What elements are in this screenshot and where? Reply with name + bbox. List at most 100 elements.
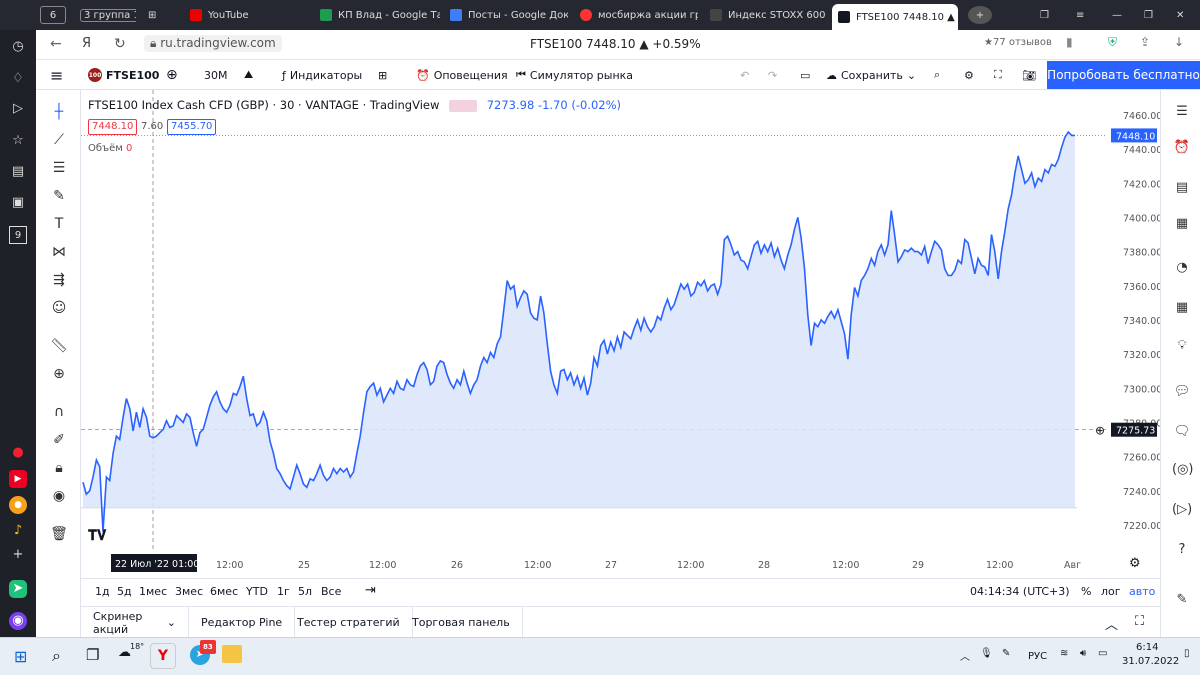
yandex-logo-icon[interactable]: Я [82,36,91,51]
brush-icon[interactable]: ✎ [49,186,69,206]
range-ytd[interactable]: YTD [246,585,268,598]
tab-trading-panel[interactable]: Торговая панель [400,607,523,638]
indicators-button[interactable]: ƒ Индикаторы [282,60,362,90]
play-icon[interactable]: ▷ [9,100,27,118]
range-6m[interactable]: 6мес [210,585,238,598]
history-icon[interactable]: ◷ [9,38,27,56]
tray-expand-icon[interactable]: ︿ [960,648,970,663]
battery-icon[interactable]: ▭ [1098,648,1107,659]
music-app-icon[interactable]: ♪ [9,522,27,540]
crosshair-icon[interactable]: ┼ [49,102,69,122]
watchlist-icon[interactable]: ☰ [1172,102,1192,122]
interval-button[interactable]: 30M [204,60,228,90]
text-icon[interactable]: T [49,214,69,234]
store-app-icon[interactable]: ➤ [9,580,27,598]
streams-icon[interactable]: (◎) [1172,460,1194,480]
auto-toggle[interactable]: авто [1129,585,1155,598]
range-3m[interactable]: 3мес [175,585,203,598]
volume-icon[interactable]: 🔊︎ [1080,648,1086,659]
pen-icon[interactable]: ✎ [1002,648,1010,659]
market-app-icon[interactable]: ● [9,496,27,514]
fib-icon[interactable]: ☰ [49,158,69,178]
chat-icon[interactable]: 💬︎ [1172,382,1192,402]
eye-icon[interactable]: ◉ [49,486,69,506]
range-all[interactable]: Все [321,585,341,598]
hamburger-icon[interactable]: ≡ [50,60,63,90]
tab-group[interactable]: 3 группа 1 [74,4,136,26]
download-icon[interactable]: ↓ [1174,35,1184,49]
add-app-icon[interactable]: + [9,546,27,564]
zoom-in-icon[interactable]: ⊕ [49,364,69,384]
percent-toggle[interactable]: % [1081,585,1091,598]
fullscreen-icon[interactable]: ⛶ [994,60,1002,90]
ideas-icon[interactable]: 💡︎ [1172,336,1192,356]
pattern-icon[interactable]: ⋈ [49,242,69,262]
range-1m[interactable]: 1мес [139,585,167,598]
alerts-button[interactable]: ⏰ Оповещения [416,60,508,90]
back-icon[interactable]: ← [50,36,62,52]
camera-icon[interactable]: 📷︎ [1022,60,1036,90]
chart-area[interactable]: 7460.00 7440.00 7420.00 7400.00 7380.00 7360.… [81,90,1162,566]
tab-youtube[interactable]: YouTube [184,4,304,26]
search-icon[interactable]: ⌕ [52,646,61,666]
broadcast-icon[interactable]: (▷) [1172,500,1192,520]
tradingview-logo[interactable]: 𝐓𝐕 [88,528,106,544]
trash-icon[interactable]: 🗑︎ [49,524,69,544]
tab-count[interactable]: 6 [40,6,66,24]
lock-drawings-icon[interactable]: ✐ [49,430,69,450]
range-1d[interactable]: 1д [95,585,110,598]
status-icon[interactable] [449,99,478,112]
search-icon[interactable]: ⌕ [934,60,940,90]
counter-badge[interactable]: 9 [9,226,27,244]
price-chart[interactable]: 7460.00 7440.00 7420.00 7400.00 7380.00 7360.… [81,90,1162,566]
symbol-search[interactable]: 100 FTSE100 [88,60,159,90]
alerts-icon[interactable]: ⏰ [1172,138,1192,158]
minimize-icon[interactable]: — [1106,4,1128,26]
forecast-icon[interactable]: ⇶ [49,270,69,290]
pencil-icon[interactable]: ✎ [1172,590,1192,610]
data-window-icon[interactable]: ▦ [1172,214,1192,234]
clock[interactable]: 04:14:34 (UTC+3) [970,585,1070,598]
language[interactable]: РУС [1028,651,1047,662]
trendline-icon[interactable]: ⟋ [49,130,69,150]
hotlist-icon[interactable]: ◔ [1172,258,1192,278]
tab-sheets[interactable]: КП Влад - Google Та [314,4,440,26]
restore-icon[interactable]: ❐ [1138,4,1159,26]
new-tab-button[interactable]: + [968,6,992,24]
close-icon[interactable]: ✕ [1170,4,1190,26]
reviews-link[interactable]: ★77 отзывов [984,37,1052,48]
chart-type-icon[interactable]: ⛰ [244,60,253,90]
explorer-icon[interactable] [222,645,242,663]
tab-screener[interactable]: Скринер акций ⌄ [81,607,189,638]
ruler-icon[interactable]: 📏︎ [49,336,69,356]
chat2-icon[interactable]: 🗨︎ [1172,422,1192,442]
magnet-icon[interactable]: ∩ [49,402,69,422]
url-field[interactable]: 🔒︎ ru.tradingview.com [144,35,282,52]
tab-pine-editor[interactable]: Редактор Pine [189,607,296,638]
compare-icon[interactable]: ⊕ [166,60,178,90]
news-icon[interactable]: ▤ [1172,178,1192,198]
tab-yandex[interactable]: мосбиржа акции гр [574,4,698,26]
layouts-icon[interactable]: ⊞ [378,60,387,90]
collapse-icon[interactable]: ︿ [1105,614,1118,633]
screenshot-icon[interactable]: ▣ [9,194,27,212]
task-view-icon[interactable]: ❐ [86,646,99,664]
youtube-app-icon[interactable]: ▶ [9,470,27,488]
chart-settings-icon[interactable]: ⚙ [1129,556,1141,571]
range-5y[interactable]: 5л [298,585,312,598]
clock-time[interactable]: 6:14 [1136,642,1158,653]
log-toggle[interactable]: лог [1101,585,1121,598]
buy-price[interactable]: 7455.70 [167,119,217,135]
redo-icon[interactable]: ↷ [768,60,777,90]
start-icon[interactable]: ⊞ [14,647,27,666]
wifi-icon[interactable]: ≋ [1060,648,1068,659]
range-1y[interactable]: 1г [277,585,290,598]
reload-icon[interactable]: ↻ [114,36,126,52]
try-free-button[interactable]: Попробовать бесплатно [1047,61,1200,89]
favorites-icon[interactable]: ☆ [9,132,27,150]
menu-icon[interactable]: ≡ [1070,4,1090,26]
bookmark-page-icon[interactable]: ▮ [1066,35,1073,49]
collections-icon[interactable]: ▤ [9,163,27,181]
alice-icon[interactable]: ◉ [9,612,27,630]
emoji-icon[interactable]: ☺ [49,298,69,318]
